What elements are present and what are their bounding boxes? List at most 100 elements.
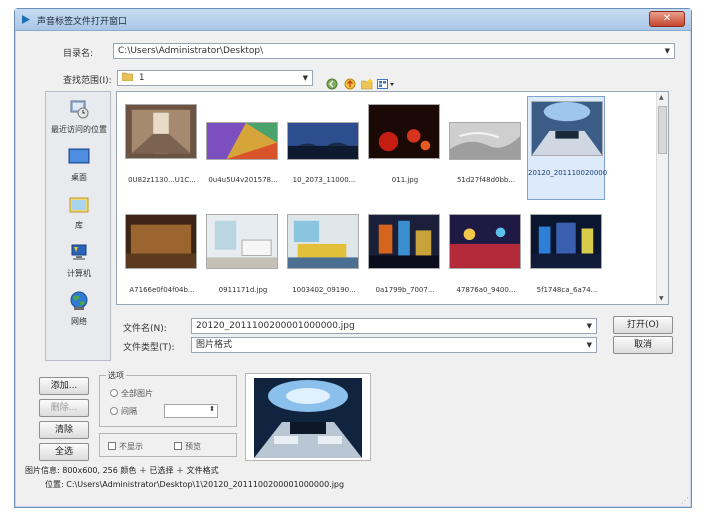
place-computer[interactable]: 计算机: [46, 240, 112, 284]
image-info-line: 图片信息: 800x600, 256 颜色 ＋ 已选择 ＋ 文件格式: [25, 466, 219, 475]
file-thumbnail: [368, 214, 440, 269]
select-all-button[interactable]: 全选: [39, 443, 89, 461]
new-folder-icon[interactable]: [361, 78, 373, 90]
file-item[interactable]: 0U82z1130...U1C...: [122, 100, 200, 192]
file-item[interactable]: 011.jpg: [365, 100, 443, 192]
filename-input[interactable]: 20120_2011100200001000000.jpg ▼: [191, 318, 597, 334]
file-item-selected[interactable]: 20120_2011100200001000000.jpg: [527, 96, 608, 200]
add-button[interactable]: 添加...: [39, 377, 89, 395]
chevron-down-icon[interactable]: ▼: [587, 338, 592, 352]
place-label: 桌面: [71, 173, 87, 182]
file-name: 0u4u5U4v201578...: [208, 176, 278, 184]
desktop-icon: [68, 148, 90, 164]
file-item[interactable]: 10_2073_11000...: [284, 100, 362, 192]
file-thumbnail: [368, 104, 440, 159]
directory-combo[interactable]: C:\Users\Administrator\Desktop\ ▼: [113, 43, 675, 59]
file-name: 10_2073_11000...: [292, 176, 356, 184]
scroll-up-icon[interactable]: ▲: [659, 94, 664, 101]
view-menu-icon[interactable]: [377, 78, 395, 90]
file-name: 47876a0_9400...: [456, 286, 516, 294]
file-name: 0U82z1130...U1C...: [128, 176, 196, 184]
options-group: 选项 全部图片 间隔 ⬍: [99, 370, 237, 427]
interval-spinbox[interactable]: ⬍: [164, 404, 218, 418]
filetype-select[interactable]: 图片格式 ▼: [191, 337, 597, 353]
chevron-down-icon[interactable]: ▼: [587, 319, 592, 333]
file-thumbnail: [287, 214, 359, 269]
no-display-checkbox[interactable]: 不显示: [108, 441, 143, 452]
scrollbar-thumb[interactable]: [658, 106, 667, 154]
file-item[interactable]: 5f1748ca_6a74...: [527, 210, 605, 302]
options-title: 选项: [106, 370, 126, 381]
display-options-group: 不显示 预览: [99, 433, 237, 457]
remove-button[interactable]: 删除...: [39, 399, 89, 417]
recent-places-icon: [70, 100, 89, 119]
folder-icon: [121, 72, 134, 82]
file-item[interactable]: 1003402_09190...: [284, 210, 362, 302]
file-list[interactable]: 0U82z1130...U1C... 0u4u5U4v201578... 10_…: [116, 91, 669, 305]
look-in-label: 查找范围(I):: [63, 76, 112, 86]
file-thumbnail: [125, 214, 197, 269]
file-thumbnail: [530, 214, 602, 269]
no-display-label: 不显示: [119, 442, 143, 451]
image-preview: [245, 373, 371, 461]
up-folder-icon[interactable]: [344, 78, 356, 90]
place-label: 网络: [71, 317, 87, 326]
file-name: 51d27f48d0bb...: [456, 176, 516, 184]
file-name: 0911171d.jpg: [218, 286, 268, 294]
spinner-arrows-icon[interactable]: ⬍: [209, 405, 215, 413]
filename-label: 文件名(N):: [123, 324, 167, 334]
file-name: 011.jpg: [391, 176, 419, 184]
file-name: A7166e0f04f04b...: [129, 286, 195, 294]
checkbox-box: [174, 442, 182, 450]
interval-radio[interactable]: 间隔: [110, 406, 137, 417]
chevron-down-icon[interactable]: ▼: [303, 71, 308, 85]
filetype-value: 图片格式: [196, 340, 233, 350]
place-library[interactable]: 库: [46, 192, 112, 236]
cancel-button[interactable]: 取消: [613, 336, 673, 354]
file-item[interactable]: A7166e0f04f04b...: [122, 210, 200, 302]
file-name: 1003402_09190...: [292, 286, 356, 294]
clear-button[interactable]: 清除: [39, 421, 89, 439]
back-icon[interactable]: [326, 78, 338, 90]
title-bar: 声音标签文件打开窗口 ✕: [15, 9, 691, 31]
file-item[interactable]: 0a1799b_7007...: [365, 210, 443, 302]
library-icon: [69, 197, 89, 213]
file-item[interactable]: 51d27f48d0bb...: [446, 100, 524, 192]
file-item[interactable]: 0u4u5U4v201578...: [203, 100, 281, 192]
filename-value: 20120_2011100200001000000.jpg: [196, 321, 355, 331]
file-thumbnail: [206, 214, 278, 269]
place-desktop[interactable]: 桌面: [46, 144, 112, 188]
place-label: 库: [75, 221, 83, 230]
file-name: 0a1799b_7007...: [375, 286, 435, 294]
resize-grip-icon[interactable]: ⋰: [681, 496, 689, 505]
look-in-value: 1: [138, 73, 145, 83]
chevron-down-icon[interactable]: ▼: [665, 44, 670, 58]
all-images-radio[interactable]: 全部图片: [110, 388, 153, 399]
radio-dot: [110, 389, 118, 397]
place-recent[interactable]: 最近访问的位置: [46, 96, 112, 140]
look-in-combo[interactable]: 1 ▼: [117, 70, 313, 86]
directory-label: 目录名:: [63, 49, 94, 59]
computer-icon: [71, 244, 87, 260]
file-thumbnail: [287, 122, 359, 160]
file-thumbnail: [449, 214, 521, 269]
vertical-scrollbar[interactable]: ▲ ▼: [656, 92, 668, 304]
network-globe-icon: [70, 291, 88, 310]
file-name: 20120_2011100200001000000.jpg: [528, 169, 608, 177]
interval-label: 间隔: [121, 407, 137, 416]
file-item[interactable]: 0911171d.jpg: [203, 210, 281, 302]
file-item[interactable]: 47876a0_9400...: [446, 210, 524, 302]
place-network[interactable]: 网络: [46, 288, 112, 332]
close-button[interactable]: ✕: [649, 11, 685, 27]
open-button[interactable]: 打开(O): [613, 316, 673, 334]
preview-checkbox[interactable]: 预览: [174, 441, 201, 452]
preview-label: 预览: [185, 442, 201, 451]
preview-image: [254, 378, 362, 458]
app-icon: [22, 15, 30, 24]
filetype-label: 文件类型(T):: [123, 343, 175, 353]
scroll-down-icon[interactable]: ▼: [659, 295, 664, 302]
image-path-line: 位置: C:\Users\Administrator\Desktop\1\201…: [45, 480, 345, 489]
all-images-label: 全部图片: [121, 389, 153, 398]
radio-dot: [110, 407, 118, 415]
file-thumbnail: [206, 122, 278, 160]
